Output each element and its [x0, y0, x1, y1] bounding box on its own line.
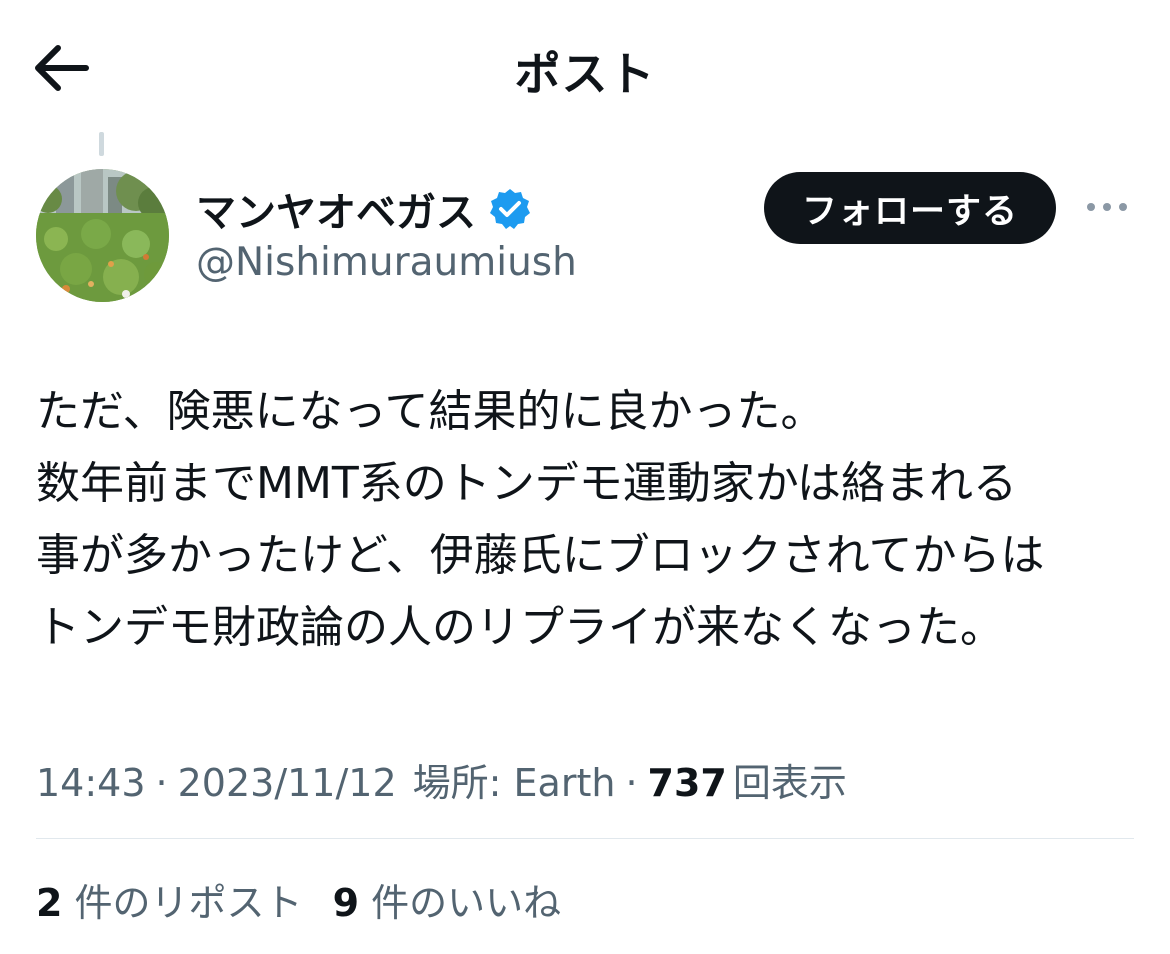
tweet-text-line: 数年前までMMT系のトンデモ運動家かは絡まれる [36, 458, 1018, 509]
views-label: 回表示 [732, 761, 847, 805]
tweet-text-line: ただ、険悪になって結果的に良かった。 [36, 386, 825, 437]
tweet-metadata: 14:43 · 2023/11/12 場所: Earth · 737 回表示 [36, 752, 847, 807]
verified-badge-icon [490, 189, 530, 229]
more-options-button[interactable] [1082, 192, 1132, 222]
engagement-stats: 2 件のリポスト 9 件のいいね [36, 872, 561, 927]
display-name[interactable]: マンヤオベガス [196, 180, 476, 238]
reposts-label: 件のリポスト [74, 881, 303, 925]
separator: · [625, 761, 638, 805]
avatar-image [36, 169, 169, 302]
user-handle[interactable]: @Nishimuraumiush [196, 240, 577, 285]
tweet-text: ただ、険悪になって結果的に良かった。 数年前までMMT系のトンデモ運動家かは絡ま… [36, 376, 1146, 664]
views-count: 737 [647, 761, 727, 805]
likes-label: 件のいいね [371, 881, 562, 925]
author-name-row: マンヤオベガス [196, 184, 532, 236]
thread-connector-line [99, 132, 104, 156]
separator: · [155, 761, 168, 805]
tweet-text-line: 事が多かったけど、伊藤氏にブロックされてからは [36, 530, 1045, 581]
reposts-stat[interactable]: 2 件のリポスト [36, 872, 303, 927]
divider [36, 838, 1134, 839]
avatar[interactable] [36, 169, 169, 302]
tweet-time[interactable]: 14:43 [36, 761, 146, 805]
more-horizontal-icon [1087, 203, 1127, 211]
page-title: ポスト [514, 47, 656, 101]
tweet-date[interactable]: 2023/11/12 [178, 761, 397, 805]
likes-stat[interactable]: 9 件のいいね [333, 872, 562, 927]
tweet-text-line: トンデモ財政論の人のリプライが来なくなった。 [36, 602, 1004, 653]
likes-count: 9 [332, 881, 360, 925]
reposts-count: 2 [36, 881, 63, 925]
tweet-location: 場所: Earth [412, 761, 616, 805]
top-bar: ポスト [0, 0, 1170, 130]
follow-button[interactable]: フォローする [764, 172, 1056, 244]
